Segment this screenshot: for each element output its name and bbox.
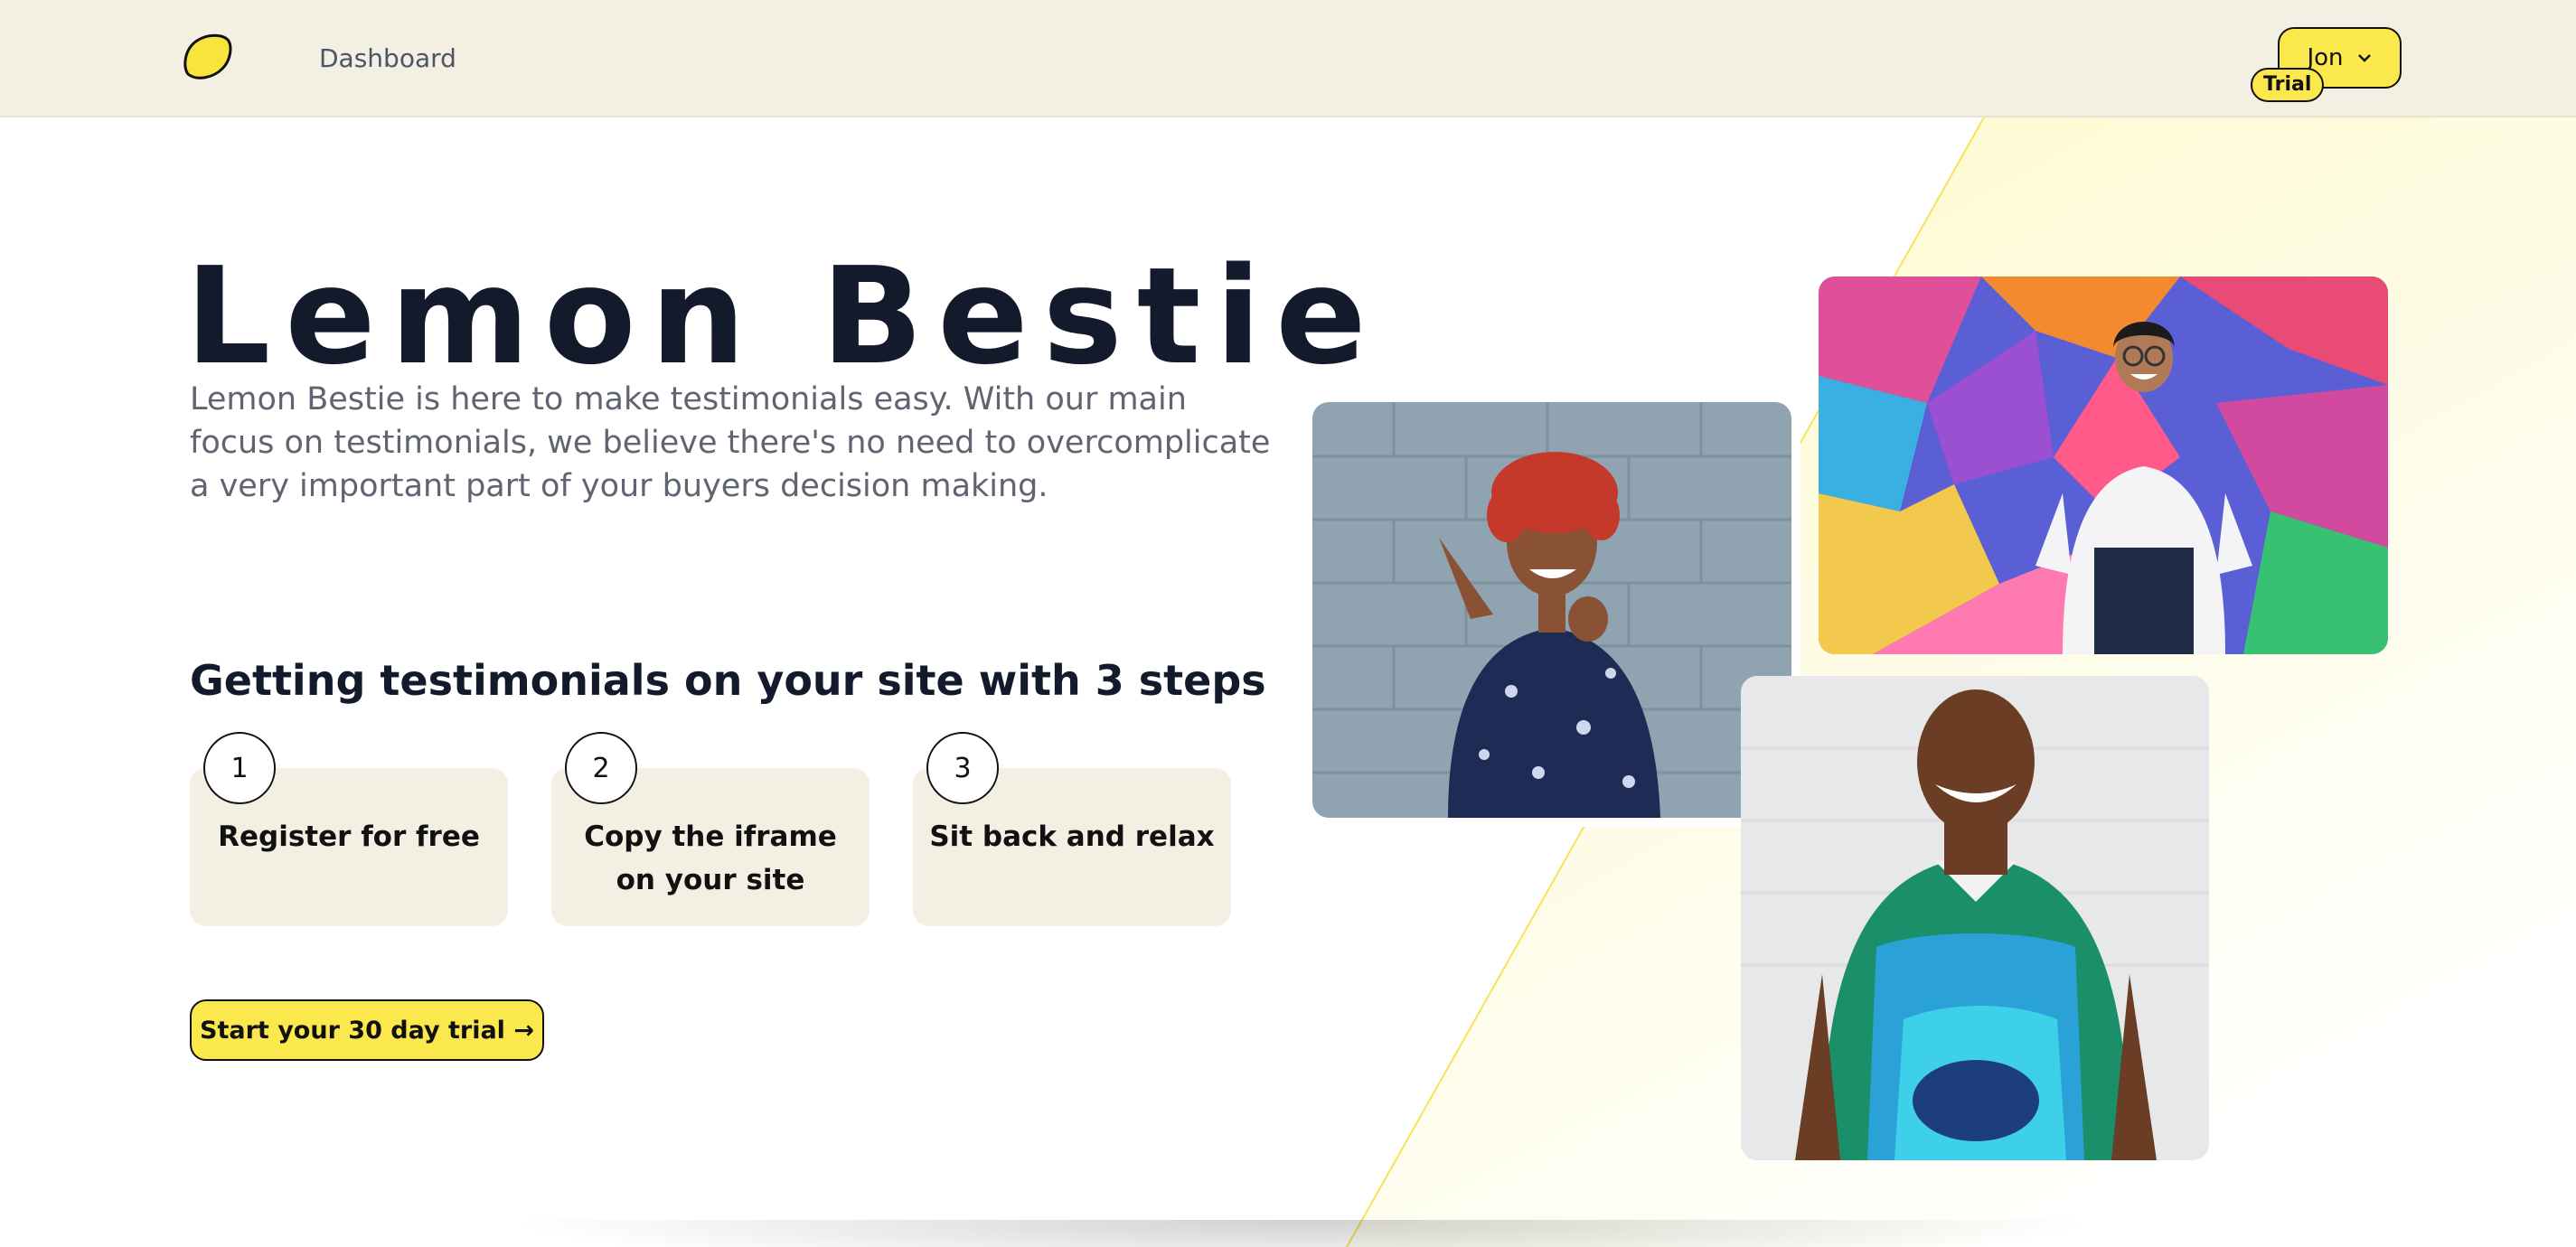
step-number-badge: 2 xyxy=(565,732,637,804)
testimonial-photo-woman-graffiti xyxy=(1819,277,2388,654)
step-label: Register for free xyxy=(218,820,480,853)
start-trial-button[interactable]: Start your 30 day trial → xyxy=(190,999,544,1061)
trial-badge: Trial xyxy=(2251,68,2325,102)
step-label: Copy the iframe on your site xyxy=(584,820,837,896)
hero-title: Lemon Bestie xyxy=(185,239,1381,394)
top-navbar: Dashboard Jon Trial xyxy=(0,0,2576,117)
step-number-badge: 1 xyxy=(203,732,276,804)
hero-description: Lemon Bestie is here to make testimonial… xyxy=(190,381,1271,504)
chevron-down-icon xyxy=(2357,54,2371,62)
user-name: Jon xyxy=(2307,44,2344,71)
nav-dashboard-link[interactable]: Dashboard xyxy=(319,43,456,73)
step-number-badge: 3 xyxy=(926,732,999,804)
lemon-icon[interactable] xyxy=(181,33,233,81)
bottom-shadow xyxy=(506,1220,2097,1247)
steps-heading: Getting testimonials on your site with 3… xyxy=(190,656,1266,705)
step-label: Sit back and relax xyxy=(929,820,1215,853)
testimonial-photo-woman-red-hair xyxy=(1303,393,1800,827)
testimonial-photo-man-jersey xyxy=(1741,676,2209,1160)
